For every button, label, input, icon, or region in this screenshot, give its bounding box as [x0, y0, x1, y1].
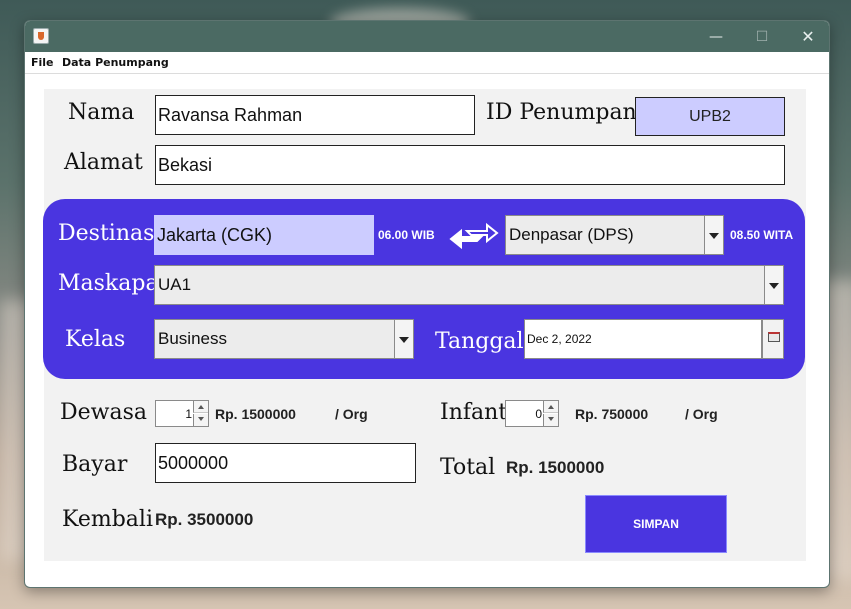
kembali-value: Rp. 3500000	[155, 510, 254, 529]
maximize-button[interactable]: ☐	[739, 21, 785, 52]
kembali-label: Kembali	[62, 507, 153, 532]
bayar-field[interactable]: 5000000	[155, 443, 416, 483]
tanggal-label: Tanggal	[435, 329, 524, 354]
origin-field: Jakarta (CGK)	[154, 215, 374, 255]
infant-per-org: / Org	[685, 406, 718, 422]
spinner-down-icon[interactable]	[193, 414, 208, 426]
spinner-down-icon[interactable]	[543, 414, 558, 426]
menu-bar: File Data Penumpang	[25, 52, 829, 74]
infant-label: Infant	[440, 400, 508, 425]
maskapai-combo[interactable]: UA1	[154, 265, 784, 305]
title-bar[interactable]: — ☐ ✕	[25, 21, 829, 52]
calendar-icon[interactable]	[762, 319, 784, 359]
chevron-down-icon[interactable]	[704, 216, 723, 254]
dewasa-label: Dewasa	[60, 400, 148, 425]
alamat-field[interactable]: Bekasi	[155, 145, 785, 185]
infant-spinner[interactable]: 0	[505, 400, 559, 427]
dewasa-per-org: / Org	[335, 406, 368, 422]
menu-file[interactable]: File	[31, 56, 54, 69]
app-window: — ☐ ✕ File Data Penumpang Nama Ravansa R…	[24, 20, 830, 588]
infant-price: Rp. 750000	[575, 406, 649, 422]
dewasa-count: 1	[185, 406, 192, 421]
spinner-up-icon[interactable]	[543, 401, 558, 413]
dewasa-spinner[interactable]: 1	[155, 400, 209, 427]
close-button[interactable]: ✕	[785, 21, 829, 52]
nama-field[interactable]: Ravansa Rahman	[155, 95, 475, 135]
chevron-down-icon[interactable]	[764, 266, 783, 304]
dewasa-price: Rp. 1500000	[215, 406, 296, 422]
maskapai-label: Maskapai	[58, 271, 166, 296]
minimize-button[interactable]: —	[693, 21, 739, 52]
nama-label: Nama	[68, 100, 135, 125]
swap-arrows-icon[interactable]	[449, 219, 499, 253]
chevron-down-icon[interactable]	[394, 320, 413, 358]
origin-time: 06.00 WIB	[378, 228, 435, 242]
kelas-label: Kelas	[65, 327, 126, 352]
kelas-combo[interactable]: Business	[154, 319, 414, 359]
destination-combo[interactable]: Denpasar (DPS)	[505, 215, 724, 255]
destination-value: Denpasar (DPS)	[509, 225, 634, 244]
destination-time: 08.50 WITA	[730, 228, 794, 242]
total-label: Total	[440, 455, 496, 480]
kelas-value: Business	[158, 329, 227, 348]
spinner-up-icon[interactable]	[193, 401, 208, 413]
infant-count: 0	[535, 406, 542, 421]
simpan-button[interactable]: SIMPAN	[585, 495, 727, 553]
id-penumpang-label: ID Penumpang	[486, 100, 651, 125]
destinasi-label: Destinasi	[58, 221, 162, 246]
tanggal-field[interactable]: Dec 2, 2022	[524, 319, 762, 359]
menu-data-penumpang[interactable]: Data Penumpang	[62, 56, 169, 69]
form-panel: Nama Ravansa Rahman ID Penumpang UPB2 Al…	[43, 89, 806, 561]
flight-panel: Destinasi Jakarta (CGK) 06.00 WIB Denpas…	[43, 199, 805, 379]
bayar-label: Bayar	[62, 452, 128, 477]
id-penumpang-value: UPB2	[635, 97, 785, 136]
maskapai-value: UA1	[158, 275, 192, 294]
total-value: Rp. 1500000	[506, 458, 605, 477]
java-app-icon	[33, 28, 49, 44]
alamat-label: Alamat	[64, 150, 143, 175]
